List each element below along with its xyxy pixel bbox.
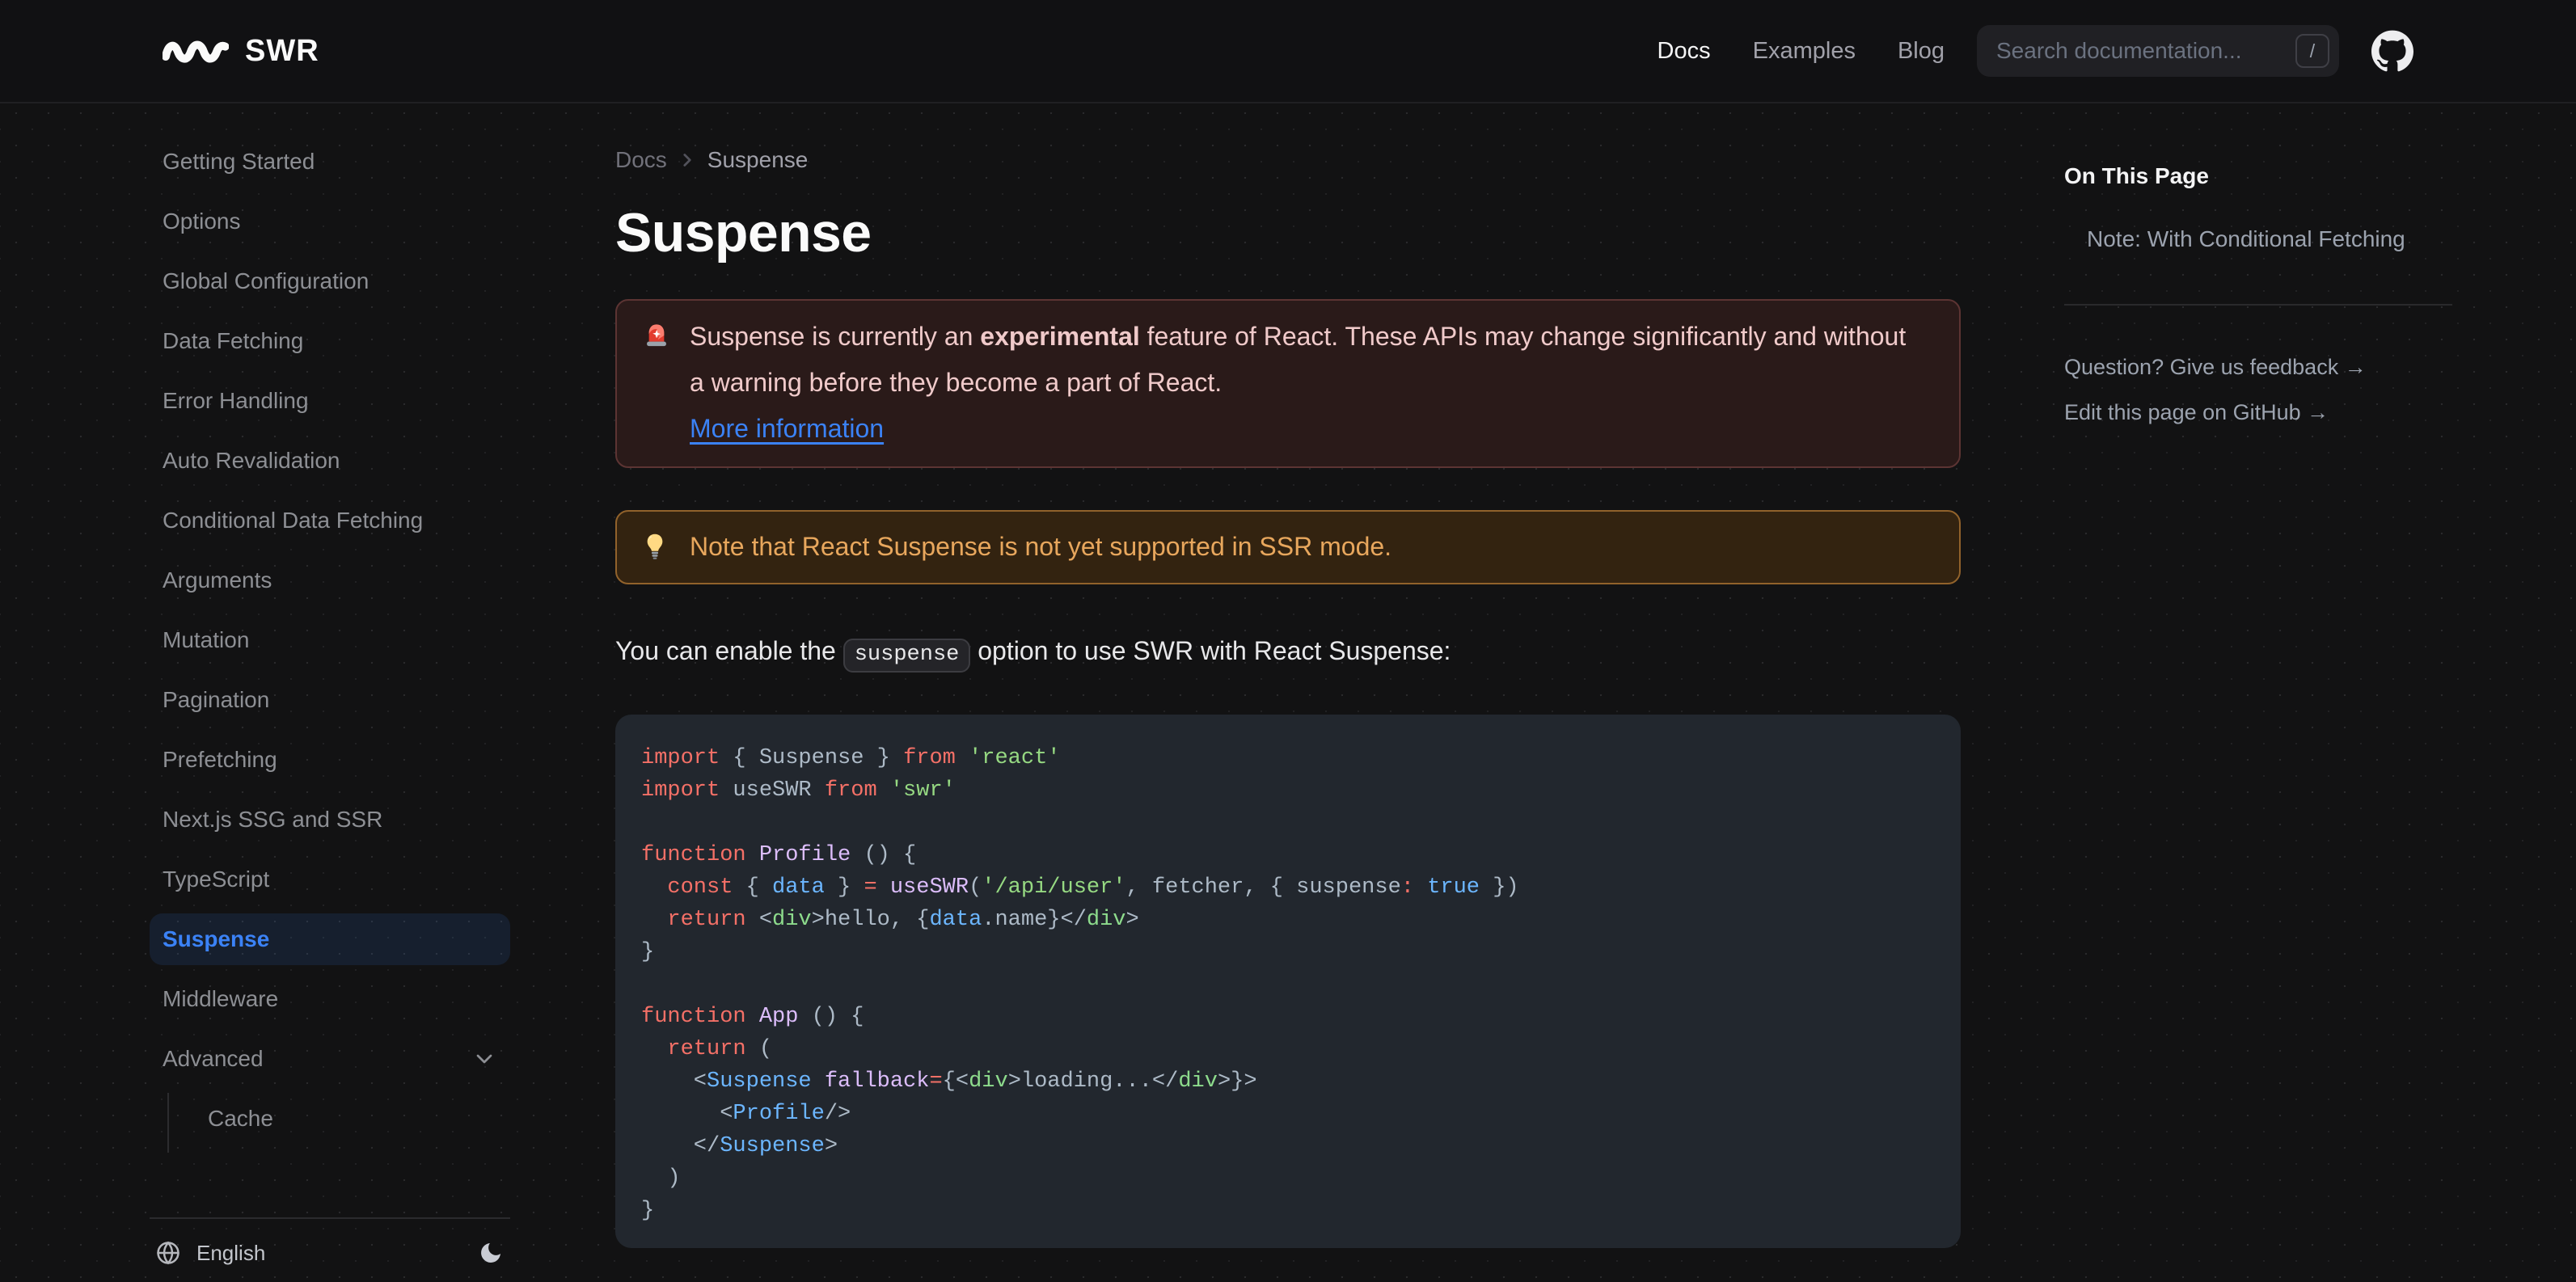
error-callout: Suspense is currently an experimental fe… xyxy=(615,299,1961,468)
sidebar-item-global-configuration[interactable]: Global Configuration xyxy=(150,255,510,307)
code-line: function App () { xyxy=(641,1005,864,1029)
toc-divider xyxy=(2064,304,2452,306)
inline-code-suspense: suspense xyxy=(842,639,971,673)
more-information-link[interactable]: More information xyxy=(690,406,884,452)
lightbulb-icon xyxy=(643,533,672,560)
navbar: SWR Docs Examples Blog Search documentat… xyxy=(0,0,2576,103)
sidebar-item-error-handling[interactable]: Error Handling xyxy=(150,375,510,427)
code-line: } xyxy=(641,940,655,964)
breadcrumb-docs[interactable]: Docs xyxy=(615,149,667,171)
nav-links: Docs Examples Blog xyxy=(1658,38,1945,65)
theme-toggle-button[interactable] xyxy=(478,1240,504,1266)
intro-paragraph: You can enable the suspense option to us… xyxy=(615,628,1961,677)
sidebar-item-prefetching[interactable]: Prefetching xyxy=(150,734,510,786)
code-line: return <div>hello, {data.name}</div> xyxy=(667,908,1139,932)
sidebar: Getting Started Options Global Configurati… xyxy=(124,103,538,1282)
sidebar-item-pagination[interactable]: Pagination xyxy=(150,674,510,726)
chevron-right-icon xyxy=(677,150,698,171)
toc-link-question-give-us-feedback[interactable]: Question? Give us feedback → xyxy=(2064,356,2452,378)
intro-after: option to use SWR with React Suspense: xyxy=(970,636,1451,665)
moon-icon xyxy=(478,1240,504,1266)
code-block-code: import { Suspense } from 'react' import u… xyxy=(641,742,1935,1227)
sidebar-list: Getting Started Options Global Configurati… xyxy=(150,136,510,1033)
error-text-bold: experimental xyxy=(980,322,1140,351)
sidebar-nested-list: Cache xyxy=(167,1093,510,1153)
error-callout-text: Suspense is currently an experimental fe… xyxy=(690,314,1924,452)
swr-logo[interactable]: SWR xyxy=(163,34,319,69)
sidebar-item-options[interactable]: Options xyxy=(150,196,510,247)
sidebar-item-cache[interactable]: Cache xyxy=(187,1093,510,1145)
code-line: ) xyxy=(641,1166,681,1191)
code-line: function Profile () { xyxy=(641,843,917,867)
breadcrumb-current: Suspense xyxy=(707,147,809,172)
chevron-down-icon xyxy=(471,1046,497,1072)
code-line: return ( xyxy=(667,1037,773,1061)
code-line: import useSWR from 'swr' xyxy=(641,778,956,803)
code-block[interactable]: import { Suspense } from 'react' import u… xyxy=(615,715,1961,1248)
siren-icon xyxy=(643,322,672,349)
code-line: const { data } = useSWR('/api/user', fet… xyxy=(667,875,1519,900)
toc-item-note-with-conditional-fetching[interactable]: Note: With Conditional Fetching xyxy=(2064,228,2452,251)
sidebar-item-suspense[interactable]: Suspense xyxy=(150,913,510,965)
main-content: Docs Suspense Suspense Suspense is curre… xyxy=(538,103,1961,1248)
warning-callout: Note that React Suspense is not yet supp… xyxy=(615,510,1961,584)
code-line: <Profile/> xyxy=(641,1102,851,1126)
sidebar-item-conditional-data-fetching[interactable]: Conditional Data Fetching xyxy=(150,495,510,546)
sidebar-footer: English xyxy=(150,1217,510,1282)
globe-icon xyxy=(156,1241,180,1265)
language-label: English xyxy=(196,1240,266,1265)
warning-callout-text: Note that React Suspense is not yet supp… xyxy=(690,532,1392,561)
code-line: </Suspense> xyxy=(641,1134,838,1158)
search-placeholder: Search documentation... xyxy=(1996,38,2242,63)
sidebar-item-typescript[interactable]: TypeScript xyxy=(150,854,510,905)
code-line: import { Suspense } from 'react' xyxy=(641,746,1061,770)
swr-squiggle-icon xyxy=(163,35,229,67)
breadcrumb: Docs Suspense xyxy=(615,149,1961,171)
sidebar-item-next-js-ssg-and-ssr[interactable]: Next.js SSG and SSR xyxy=(150,794,510,846)
intro-before: You can enable the xyxy=(615,636,843,665)
nav-link-docs[interactable]: Docs xyxy=(1658,38,1711,65)
sidebar-item-label: Advanced xyxy=(163,1046,264,1071)
language-switcher[interactable]: English xyxy=(156,1241,265,1266)
toc-heading: On This Page xyxy=(2064,163,2209,188)
code-line: } xyxy=(641,1199,655,1223)
sidebar-item-auto-revalidation[interactable]: Auto Revalidation xyxy=(150,435,510,487)
toc-link-edit-this-page-on-github[interactable]: Edit this page on GitHub → xyxy=(2064,401,2452,424)
sidebar-item-middleware[interactable]: Middleware xyxy=(150,973,510,1025)
nav-link-blog[interactable]: Blog xyxy=(1898,38,1945,65)
sidebar-item-mutation[interactable]: Mutation xyxy=(150,614,510,666)
error-text-before: Suspense is currently an xyxy=(690,322,981,351)
sidebar-item-data-fetching[interactable]: Data Fetching xyxy=(150,315,510,367)
search-shortcut-kbd: / xyxy=(2295,34,2329,68)
sidebar-item-arguments[interactable]: Arguments xyxy=(150,555,510,606)
page-title: Suspense xyxy=(615,202,872,264)
code-line: <Suspense fallback={<div>loading...</div… xyxy=(641,1069,1257,1094)
toc-links: Question? Give us feedback → Edit this pa… xyxy=(2064,356,2452,424)
nav-link-examples[interactable]: Examples xyxy=(1753,38,1856,65)
sidebar-item-advanced[interactable]: Advanced xyxy=(150,1033,510,1085)
github-icon xyxy=(2371,30,2413,72)
toc-sidebar: On This Page Note: With Conditional Fetc… xyxy=(2064,103,2452,424)
logo-text: SWR xyxy=(245,33,319,68)
sidebar-item-getting-started[interactable]: Getting Started xyxy=(150,136,510,188)
toc-items: Note: With Conditional Fetching xyxy=(2064,228,2452,251)
github-button[interactable] xyxy=(2371,30,2413,72)
search-input[interactable]: Search documentation... / xyxy=(1977,25,2339,77)
